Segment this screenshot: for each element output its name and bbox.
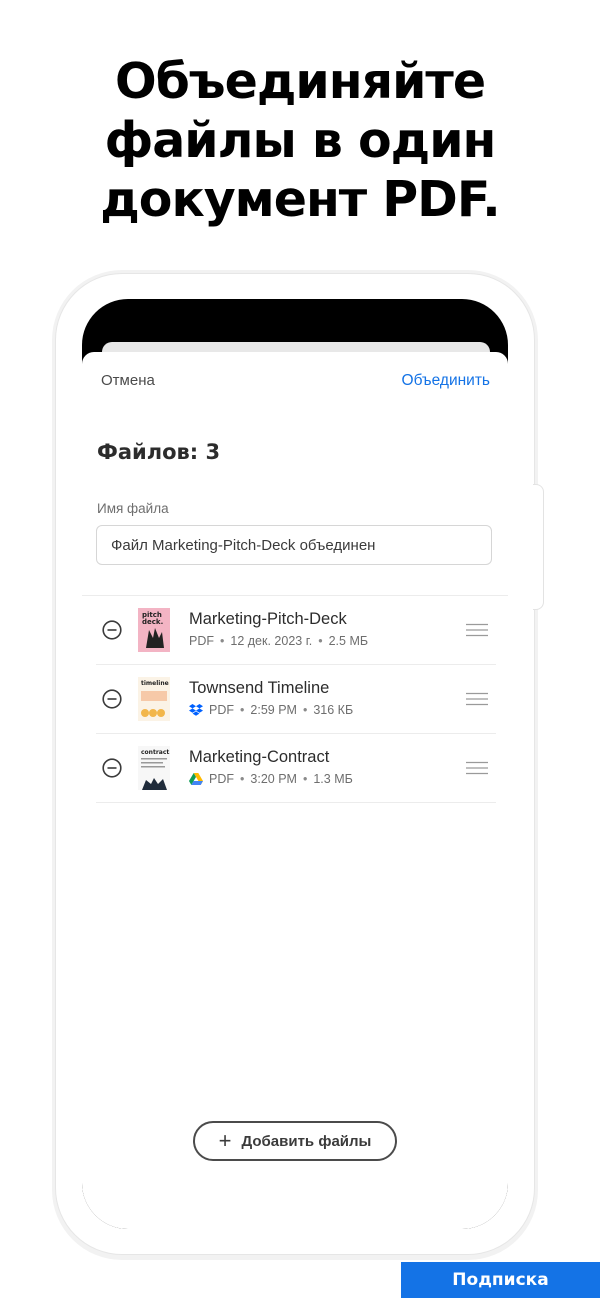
phone-screen: Отмена Объединить Файлов: 3 Имя файла pi…	[82, 299, 508, 1229]
file-meta: PDF • 2:59 PM • 316 КБ	[189, 703, 353, 717]
file-thumbnail: contract.	[138, 746, 170, 790]
file-date: 12 дек. 2023 г.	[230, 634, 313, 648]
google-drive-icon	[189, 773, 203, 785]
separator-dot: •	[302, 772, 308, 786]
combine-files-sheet: Отмена Объединить Файлов: 3 Имя файла pi…	[82, 352, 508, 1229]
separator-dot: •	[302, 703, 308, 717]
separator-dot: •	[220, 634, 225, 648]
file-size: 1.3 МБ	[313, 772, 353, 786]
file-type: PDF	[209, 772, 234, 786]
file-thumbnail: pitch deck.	[138, 608, 170, 652]
add-files-label: Добавить файлы	[241, 1132, 372, 1150]
headline-line-2: файлы в один	[104, 112, 497, 169]
svg-text:deck.: deck.	[142, 618, 163, 626]
file-meta: PDF • 3:20 PM • 1.3 МБ	[189, 772, 353, 786]
file-name: Marketing-Contract	[189, 748, 330, 766]
file-thumbnail: timeline	[138, 677, 170, 721]
file-list: pitch deck. Marketing-Pitch-Deck PDF • 1…	[82, 595, 508, 803]
drag-handle-icon[interactable]	[466, 623, 488, 637]
dropbox-icon	[189, 704, 203, 716]
separator-dot: •	[240, 772, 245, 786]
file-row[interactable]: contract. Marketing-Contract PDF • 3:20 …	[82, 734, 508, 802]
headline-line-1: Объединяйте	[114, 53, 486, 110]
file-name: Townsend Timeline	[189, 679, 330, 697]
file-name: Marketing-Pitch-Deck	[189, 610, 347, 628]
file-size: 316 КБ	[313, 703, 354, 717]
phone-side-button	[533, 484, 544, 610]
subscribe-button[interactable]: Подписка	[401, 1262, 600, 1298]
remove-icon[interactable]	[102, 689, 122, 709]
file-row[interactable]: pitch deck. Marketing-Pitch-Deck PDF • 1…	[82, 596, 508, 664]
svg-text:timeline: timeline	[141, 680, 169, 687]
file-row[interactable]: timeline Townsend Timeline PDF • 2:59 PM…	[82, 665, 508, 733]
separator-dot: •	[318, 634, 323, 648]
plus-icon: +	[218, 1128, 232, 1153]
combine-button[interactable]: Объединить	[402, 372, 490, 390]
add-files-button[interactable]: + Добавить файлы	[193, 1121, 397, 1161]
promo-headline: Объединяйте файлы в один документ PDF.	[0, 52, 600, 229]
file-date: 3:20 PM	[250, 772, 297, 786]
filename-label: Имя файла	[97, 501, 169, 516]
drag-handle-icon[interactable]	[466, 692, 488, 706]
separator-dot: •	[240, 703, 245, 717]
file-size: 2.5 МБ	[328, 634, 369, 648]
file-type: PDF	[209, 703, 234, 717]
filename-input[interactable]	[96, 525, 492, 565]
files-count-title: Файлов: 3	[97, 440, 221, 464]
row-divider	[96, 802, 496, 803]
cancel-button[interactable]: Отмена	[101, 372, 155, 389]
headline-line-3: документ PDF.	[100, 171, 501, 228]
file-meta: PDF • 12 дек. 2023 г. • 2.5 МБ	[189, 634, 368, 648]
file-type: PDF	[189, 634, 214, 648]
remove-icon[interactable]	[102, 758, 122, 778]
svg-text:contract.: contract.	[141, 749, 170, 756]
file-date: 2:59 PM	[250, 703, 297, 717]
remove-icon[interactable]	[102, 620, 122, 640]
drag-handle-icon[interactable]	[466, 761, 488, 775]
